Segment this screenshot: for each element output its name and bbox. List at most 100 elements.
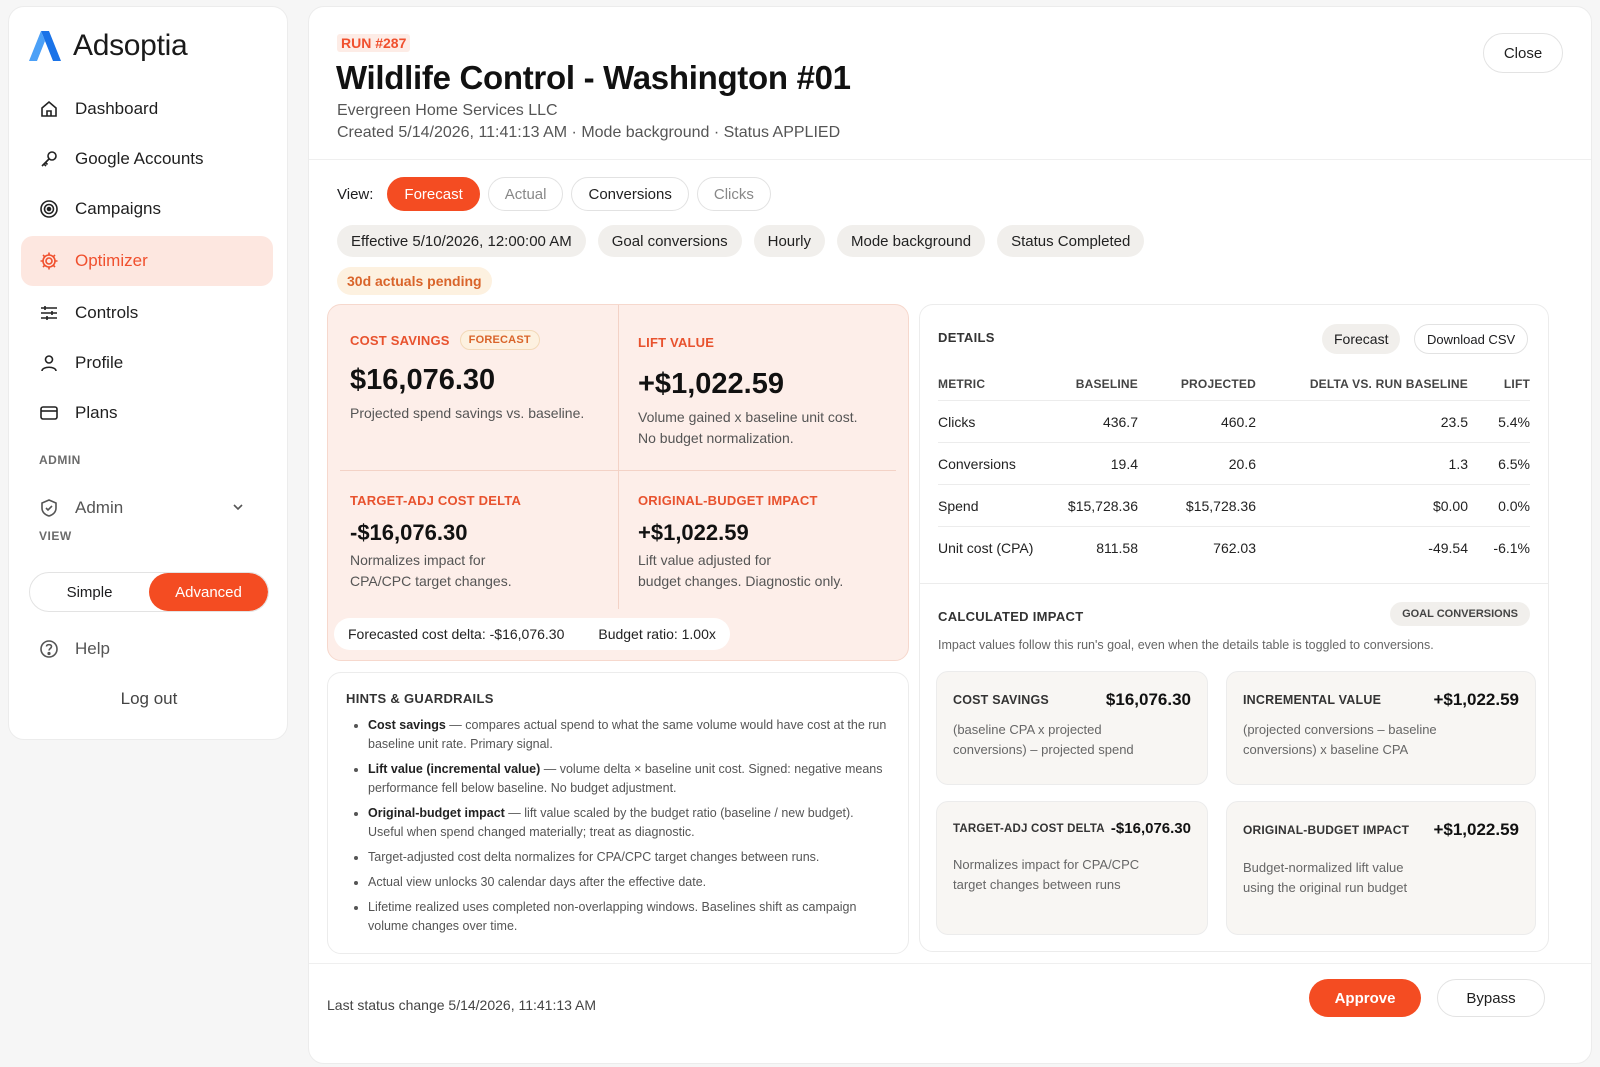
- divider: [309, 963, 1591, 964]
- run-meta: Created 5/14/2026, 11:41:13 AM · Mode ba…: [337, 124, 841, 141]
- view-simple-button[interactable]: Simple: [30, 573, 149, 611]
- admin-label: Admin: [75, 498, 124, 517]
- table-header-row: METRIC BASELINE PROJECTED DELTA VS. RUN …: [938, 371, 1530, 401]
- run-detail-panel: RUN #287 Wildlife Control - Washington #…: [308, 6, 1592, 1064]
- goal-chip: Goal conversions: [597, 225, 742, 257]
- kpi-description: Lift value adjusted for: [638, 552, 772, 568]
- details-title: DETAILS: [938, 330, 995, 345]
- card-label: ORIGINAL-BUDGET IMPACT: [1243, 823, 1410, 837]
- table-cell: Spend: [938, 484, 1048, 527]
- table-cell: -49.54: [1428, 539, 1468, 556]
- granularity-chip: Hourly: [753, 225, 825, 257]
- sidebar: Adsoptia Dashboard Google Accounts Campa…: [8, 6, 288, 740]
- sidebar-item-dashboard[interactable]: Dashboard: [21, 84, 273, 134]
- table-cell: Conversions: [938, 442, 1048, 485]
- view-clicks-tab[interactable]: Clicks: [696, 177, 771, 211]
- close-button[interactable]: Close: [1483, 33, 1563, 73]
- impact-card-original-budget-impact: ORIGINAL-BUDGET IMPACT +$1,022.59 Budget…: [1226, 801, 1536, 935]
- table-cell: -6.1%: [1493, 539, 1530, 556]
- sidebar-item-label: Plans: [75, 403, 118, 422]
- sidebar-item-optimizer[interactable]: Optimizer: [21, 236, 273, 286]
- kpi-cost-savings: COST SAVINGS FORECAST $16,076.30 Project…: [350, 330, 620, 424]
- kpi-label: COST SAVINGS: [350, 332, 450, 348]
- key-icon: [41, 151, 57, 167]
- view-mode-toggle: Simple Advanced: [29, 572, 269, 612]
- view-switcher: View: Forecast Actual Conversions Clicks: [337, 177, 771, 211]
- table-cell: 460.2: [1138, 400, 1256, 443]
- admin-section-label: ADMIN: [39, 453, 81, 467]
- column-header: METRIC: [938, 371, 1048, 401]
- table-cell: Unit cost (CPA): [938, 539, 1034, 556]
- view-actual-tab[interactable]: Actual: [487, 177, 564, 211]
- column-header: PROJECTED: [1138, 371, 1256, 401]
- table-cell: Clicks: [938, 400, 1048, 443]
- hints-guardrails: HINTS & GUARDRAILS Cost savings — compar…: [327, 672, 909, 954]
- table-cell: 19.4: [1048, 442, 1138, 485]
- approve-button[interactable]: Approve: [1309, 979, 1421, 1017]
- budget-ratio: Budget ratio: 1.00x: [598, 626, 716, 642]
- card-description: target changes between runs: [953, 877, 1121, 892]
- sidebar-item-label: Controls: [75, 303, 139, 322]
- view-advanced-button[interactable]: Advanced: [149, 573, 268, 611]
- sidebar-item-profile[interactable]: Profile: [21, 338, 273, 388]
- card-label: COST SAVINGS: [953, 693, 1049, 707]
- kpi-label: TARGET-ADJ COST DELTA: [350, 493, 522, 508]
- table-cell: 0.0%: [1468, 484, 1530, 527]
- company-name: Evergreen Home Services LLC: [337, 102, 558, 119]
- impact-card-incremental-value: INCREMENTAL VALUE +$1,022.59 (projected …: [1226, 671, 1536, 785]
- hint-item: Target-adjusted cost delta normalizes fo…: [368, 848, 890, 867]
- last-status-change: Last status change 5/14/2026, 11:41:13 A…: [327, 997, 597, 1013]
- view-conversions-tab[interactable]: Conversions: [571, 177, 689, 211]
- divider: [340, 470, 896, 471]
- kpi-description: budget changes. Diagnostic only.: [638, 573, 844, 589]
- brand-name: Adsoptia: [73, 29, 188, 62]
- bypass-button[interactable]: Bypass: [1437, 979, 1545, 1017]
- details-table: METRIC BASELINE PROJECTED DELTA VS. RUN …: [938, 371, 1530, 569]
- sidebar-item-plans[interactable]: Plans: [21, 388, 273, 438]
- calculated-impact-note: Impact values follow this run's goal, ev…: [938, 638, 1434, 652]
- table-row: Spend $15,728.36 $15,728.36 $0.00 0.0%: [938, 484, 1530, 527]
- card-value: -$16,076.30: [1110, 820, 1191, 837]
- sliders-icon: [41, 306, 57, 320]
- sidebar-item-label: Optimizer: [75, 251, 148, 270]
- logout-link[interactable]: Log out: [9, 689, 289, 709]
- table-cell: 23.5: [1256, 400, 1468, 443]
- view-forecast-tab[interactable]: Forecast: [387, 177, 480, 211]
- card-description: (projected conversions – baseline: [1243, 722, 1437, 737]
- forecast-badge: FORECAST: [459, 330, 540, 350]
- card-description: using the original run budget: [1243, 880, 1408, 895]
- sidebar-item-campaigns[interactable]: Campaigns: [21, 184, 273, 234]
- kpi-footer: Forecasted cost delta: -$16,076.30 Budge…: [334, 618, 730, 650]
- column-header: LIFT: [1468, 371, 1530, 401]
- kpi-summary: COST SAVINGS FORECAST $16,076.30 Project…: [327, 304, 909, 661]
- card-description: conversions) x baseline CPA: [1243, 742, 1409, 757]
- card-description: conversions) – projected spend: [953, 742, 1134, 757]
- hint-item: Actual view unlocks 30 calendar days aft…: [368, 873, 890, 892]
- card-description: Normalizes impact for CPA/CPC: [953, 857, 1140, 872]
- hint-item: Cost savings — compares actual spend to …: [368, 716, 890, 754]
- calculated-impact-title: CALCULATED IMPACT: [938, 609, 1084, 624]
- home-icon: [41, 100, 57, 117]
- table-cell: $0.00: [1256, 484, 1468, 527]
- admin-dropdown[interactable]: Admin: [21, 485, 273, 531]
- sidebar-item-label: Dashboard: [75, 99, 159, 118]
- card-label: INCREMENTAL VALUE: [1243, 693, 1382, 707]
- download-csv-button[interactable]: Download CSV: [1414, 324, 1529, 354]
- column-header: BASELINE: [1048, 371, 1138, 401]
- forecasted-cost-delta: Forecasted cost delta: -$16,076.30: [348, 626, 565, 642]
- hint-item: Original-budget impact — lift value scal…: [368, 804, 890, 842]
- goal-badge: GOAL CONVERSIONS: [1390, 602, 1530, 626]
- kpi-value: +$1,022.59: [638, 520, 749, 545]
- sidebar-item-controls[interactable]: Controls: [21, 288, 273, 338]
- details-forecast-toggle[interactable]: Forecast: [1322, 324, 1401, 354]
- kpi-description: Volume gained x baseline unit cost.: [638, 409, 858, 425]
- table-cell: 762.03: [1213, 539, 1256, 556]
- view-section-label: VIEW: [39, 529, 72, 543]
- sidebar-item-google-accounts[interactable]: Google Accounts: [21, 134, 273, 184]
- brand-logo[interactable]: Adsoptia: [27, 29, 188, 63]
- hint-item: Lift value (incremental value) — volume …: [368, 760, 890, 798]
- sidebar-item-help[interactable]: Help: [21, 627, 110, 671]
- table-cell: 5.4%: [1468, 400, 1530, 443]
- help-icon: [40, 640, 58, 658]
- kpi-lift-value: LIFT VALUE +$1,022.59 Volume gained x ba…: [638, 330, 908, 449]
